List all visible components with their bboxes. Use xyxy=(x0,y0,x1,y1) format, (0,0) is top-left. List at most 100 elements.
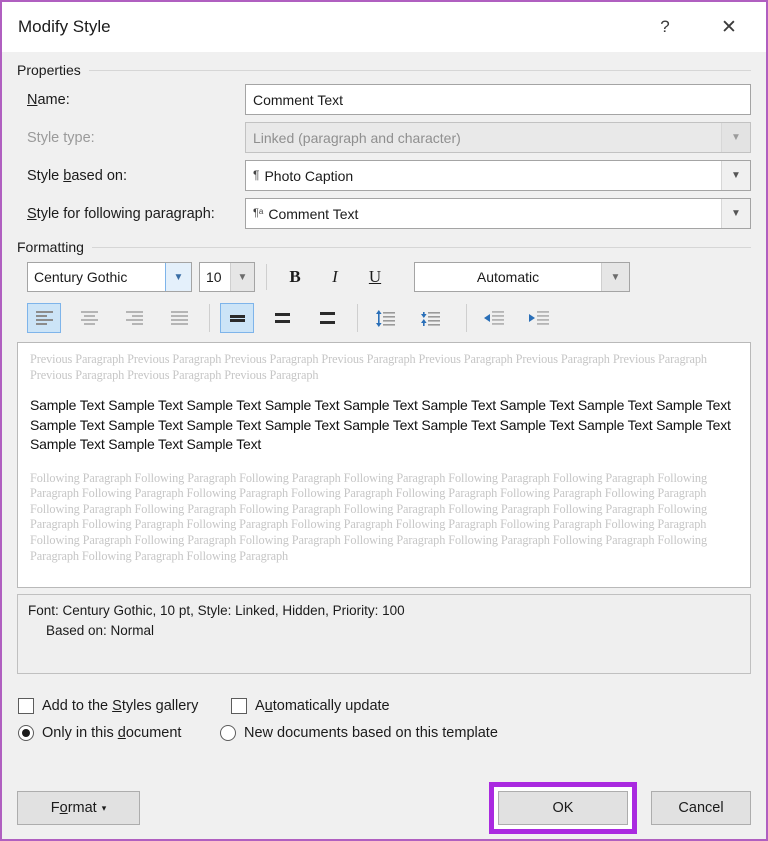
style-following-value-wrap: ¶a Comment Text xyxy=(253,206,721,222)
checkbox-row: Add to the Styles gallery Automatically … xyxy=(18,692,751,719)
align-center-button[interactable] xyxy=(72,303,106,333)
automatically-update-label: Automatically update xyxy=(255,697,390,714)
line-spacing-double-button[interactable] xyxy=(310,303,344,333)
decrease-paragraph-spacing-icon xyxy=(421,311,440,326)
description-line-1: Font: Century Gothic, 10 pt, Style: Link… xyxy=(28,603,405,618)
underline-button[interactable]: U xyxy=(358,262,392,292)
name-label: Name: xyxy=(27,91,70,108)
decrease-indent-button[interactable] xyxy=(477,303,511,333)
radio-button[interactable] xyxy=(18,724,34,741)
only-in-this-document-label: Only in this document xyxy=(42,724,182,741)
style-type-row: Style type: Linked (paragraph and charac… xyxy=(17,122,751,153)
line-spacing-single-button[interactable] xyxy=(220,303,254,333)
font-family-select[interactable]: Century Gothic ▼ xyxy=(27,262,192,292)
style-following-row: Style for following paragraph: ¶a Commen… xyxy=(17,198,751,229)
pilcrow-a-icon: ¶a xyxy=(253,207,264,219)
style-based-on-value-wrap: ¶ Photo Caption xyxy=(253,168,721,184)
formatting-group-header: Formatting xyxy=(17,239,751,255)
caret-down-icon: ▾ xyxy=(101,802,107,813)
name-row: Name: Comment Text xyxy=(17,84,751,115)
style-following-value: Comment Text xyxy=(268,205,359,222)
properties-group-label: Properties xyxy=(17,62,81,78)
line-spacing-1-5-icon xyxy=(274,313,290,323)
align-justify-button[interactable] xyxy=(162,303,196,333)
increase-indent-icon xyxy=(529,311,549,325)
automatically-update-checkbox[interactable]: Automatically update xyxy=(231,697,390,714)
radio-row: Only in this document New documents base… xyxy=(18,719,751,746)
font-size-select[interactable]: 10 ▼ xyxy=(199,262,255,292)
title-bar: Modify Style ? ✕ xyxy=(2,2,766,52)
style-based-on-value: Photo Caption xyxy=(264,167,354,184)
toolbar-divider xyxy=(266,264,267,290)
close-icon[interactable]: ✕ xyxy=(706,7,752,47)
style-based-on-label: Style based on: xyxy=(27,167,127,184)
checkbox-box[interactable] xyxy=(18,697,34,714)
properties-group-header: Properties xyxy=(17,62,751,78)
style-following-select[interactable]: ¶a Comment Text ▼ xyxy=(245,198,751,229)
font-family-value: Century Gothic xyxy=(34,269,128,285)
chevron-down-icon[interactable]: ▼ xyxy=(230,263,254,291)
chevron-down-icon[interactable]: ▼ xyxy=(165,263,191,291)
line-spacing-single-icon xyxy=(229,315,245,322)
chevron-down-icon: ▼ xyxy=(721,123,750,152)
paragraph-toolbar xyxy=(17,301,751,335)
decrease-paragraph-spacing-button[interactable] xyxy=(413,303,447,333)
dialog-footer: Format ▾ OK Cancel xyxy=(2,777,766,839)
font-color-value: Automatic xyxy=(476,269,540,285)
style-type-select: Linked (paragraph and character) ▼ xyxy=(245,122,751,153)
increase-paragraph-spacing-icon xyxy=(376,309,395,327)
new-documents-label: New documents based on this template xyxy=(244,724,498,741)
group-divider xyxy=(88,69,751,71)
align-left-icon xyxy=(35,311,53,325)
help-icon[interactable]: ? xyxy=(642,7,688,47)
style-preview: Previous Paragraph Previous Paragraph Pr… xyxy=(17,342,751,588)
preview-previous-paragraph: Previous Paragraph Previous Paragraph Pr… xyxy=(30,352,707,382)
options-section: Add to the Styles gallery Automatically … xyxy=(17,692,751,746)
align-justify-icon xyxy=(170,311,188,325)
chevron-down-icon[interactable]: ▼ xyxy=(721,161,750,190)
increase-indent-button[interactable] xyxy=(522,303,556,333)
name-input-value: Comment Text xyxy=(253,91,343,108)
preview-sample-text: Sample Text Sample Text Sample Text Samp… xyxy=(30,397,731,453)
toolbar-divider xyxy=(466,304,467,332)
add-to-styles-gallery-label: Add to the Styles gallery xyxy=(42,697,199,714)
line-spacing-1-5-button[interactable] xyxy=(265,303,299,333)
style-based-on-select[interactable]: ¶ Photo Caption ▼ xyxy=(245,160,751,191)
align-right-icon xyxy=(125,311,143,325)
style-type-value: Linked (paragraph and character) xyxy=(253,129,461,146)
style-based-on-row: Style based on: ¶ Photo Caption ▼ xyxy=(17,160,751,191)
checkbox-box[interactable] xyxy=(231,697,247,714)
group-divider xyxy=(91,246,751,248)
format-button[interactable]: Format ▾ xyxy=(17,791,140,825)
cancel-button[interactable]: Cancel xyxy=(651,791,751,825)
style-following-label: Style for following paragraph: xyxy=(27,205,215,222)
format-button-label: Format xyxy=(50,800,97,816)
bold-button[interactable]: B xyxy=(278,262,312,292)
line-spacing-double-icon xyxy=(319,312,335,324)
new-documents-radio[interactable]: New documents based on this template xyxy=(220,724,498,741)
toolbar-divider xyxy=(357,304,358,332)
toolbar-divider xyxy=(209,304,210,332)
style-type-label: Style type: xyxy=(27,129,95,146)
ok-button-highlight: OK xyxy=(489,782,637,834)
chevron-down-icon[interactable]: ▼ xyxy=(721,199,750,228)
align-center-icon xyxy=(80,311,98,325)
font-size-value: 10 xyxy=(206,269,222,285)
chevron-down-icon[interactable]: ▼ xyxy=(601,263,629,291)
align-right-button[interactable] xyxy=(117,303,151,333)
align-left-button[interactable] xyxy=(27,303,61,333)
ok-button[interactable]: OK xyxy=(498,791,628,825)
add-to-styles-gallery-checkbox[interactable]: Add to the Styles gallery xyxy=(18,697,231,714)
modify-style-dialog: Modify Style ? ✕ Properties Name: Commen… xyxy=(0,0,768,841)
preview-following-paragraph: Following Paragraph Following Paragraph … xyxy=(30,470,708,563)
italic-button[interactable]: I xyxy=(318,262,352,292)
decrease-indent-icon xyxy=(484,311,504,325)
radio-button[interactable] xyxy=(220,724,236,741)
dialog-body: Properties Name: Comment Text Style type… xyxy=(2,52,766,777)
increase-paragraph-spacing-button[interactable] xyxy=(368,303,402,333)
page-title: Modify Style xyxy=(18,17,111,36)
formatting-group-label: Formatting xyxy=(17,239,84,255)
font-color-select[interactable]: Automatic ▼ xyxy=(414,262,630,292)
name-input[interactable]: Comment Text xyxy=(245,84,751,115)
only-in-this-document-radio[interactable]: Only in this document xyxy=(18,724,220,741)
